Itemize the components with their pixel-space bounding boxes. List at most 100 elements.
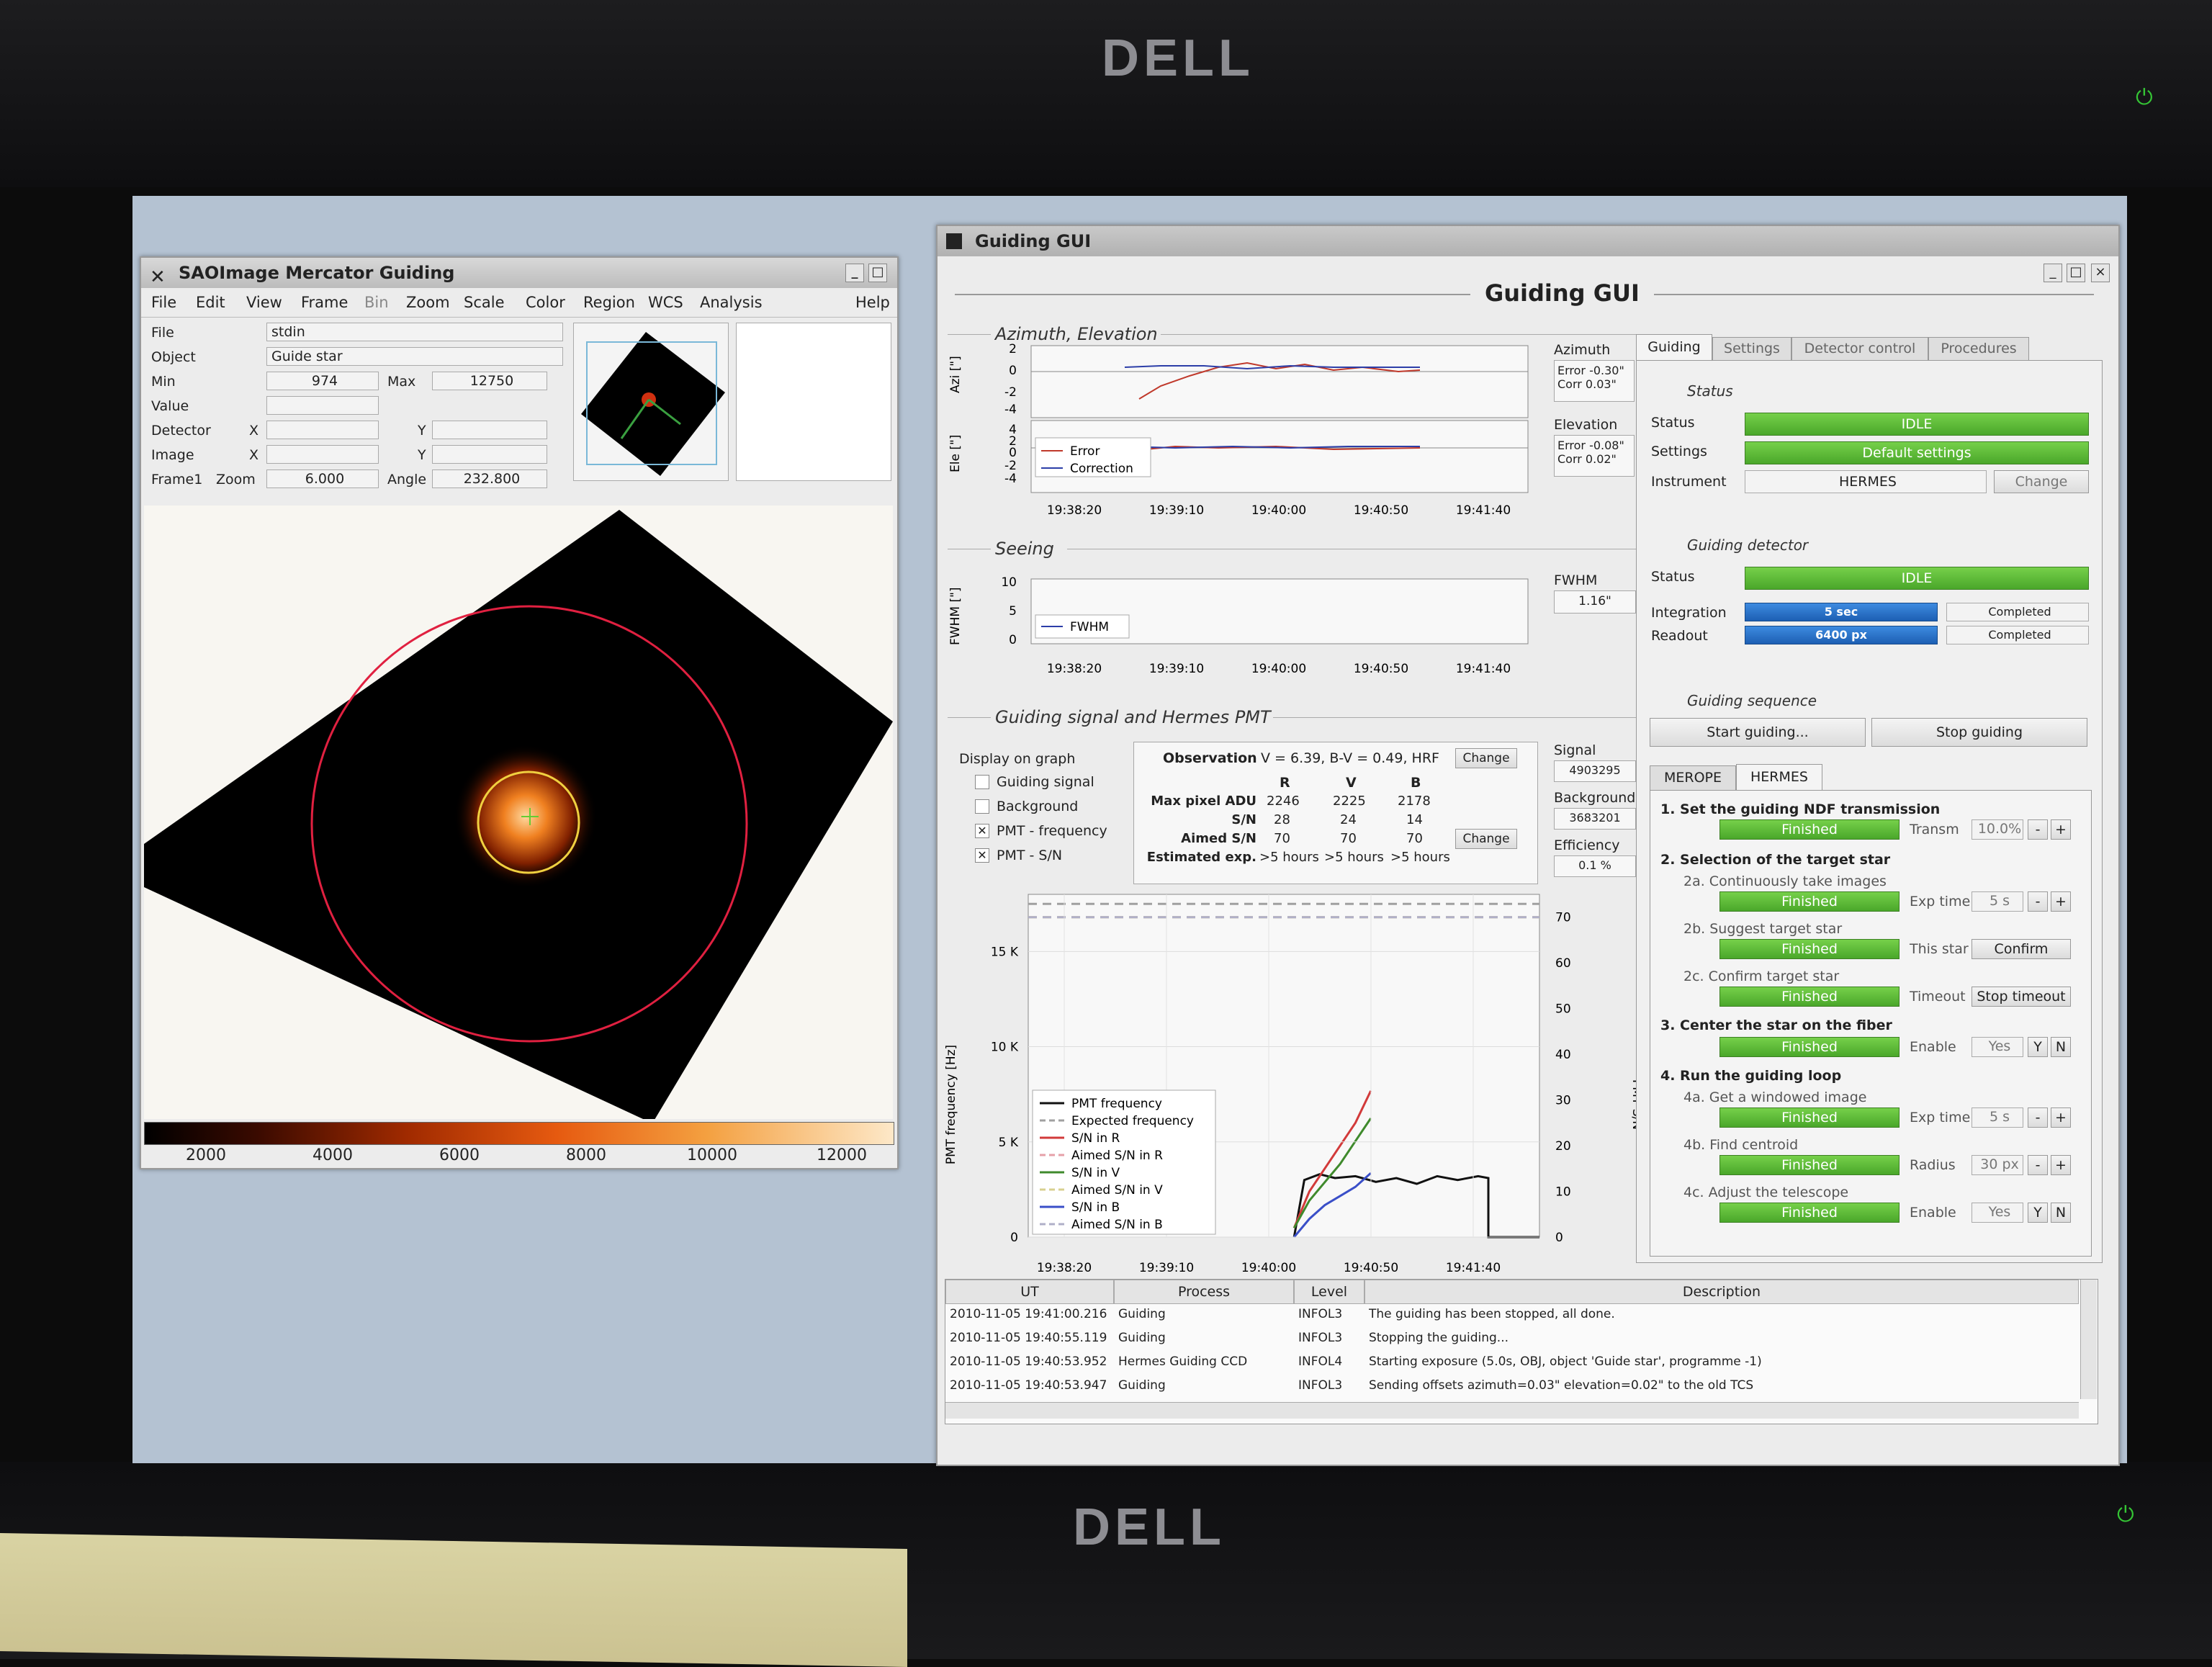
step3-yes[interactable]: Y xyxy=(2028,1037,2048,1057)
menu-zoom[interactable]: Zoom xyxy=(406,288,450,317)
step4c-yes[interactable]: Y xyxy=(2028,1203,2048,1223)
gui-minimize-button[interactable]: _ xyxy=(2044,264,2062,282)
colorbar[interactable] xyxy=(144,1122,894,1145)
step3-title: 3. Center the star on the fiber xyxy=(1660,1017,1892,1033)
step4a-value[interactable]: 5 s xyxy=(1972,1107,2023,1128)
log-vertical-scrollbar[interactable] xyxy=(2080,1280,2097,1399)
log-cell-level: INFOL3 xyxy=(1298,1307,1343,1321)
step4b-minus[interactable]: - xyxy=(2028,1155,2048,1175)
menu-edit[interactable]: Edit xyxy=(196,288,225,317)
step3-no[interactable]: N xyxy=(2051,1037,2071,1057)
step4a-minus[interactable]: - xyxy=(2028,1107,2048,1128)
menu-help[interactable]: Help xyxy=(855,288,890,317)
fwhm-legend-label: FWHM xyxy=(1070,620,1109,634)
pmt-y-tick: 10 K xyxy=(991,1041,1019,1055)
log-header-level[interactable]: Level xyxy=(1294,1280,1364,1304)
log-horizontal-scrollbar[interactable] xyxy=(945,1402,2079,1419)
image-x-field xyxy=(266,445,379,464)
background-value: 3683201 xyxy=(1554,808,1636,830)
menu-analysis[interactable]: Analysis xyxy=(700,288,763,317)
step4-title: 4. Run the guiding loop xyxy=(1660,1068,1842,1084)
pmt-x-tick: 19:38:20 xyxy=(1037,1261,1092,1275)
log-header-ut[interactable]: UT xyxy=(945,1280,1114,1304)
panner-view[interactable] xyxy=(573,323,729,481)
start-guiding-button[interactable]: Start guiding... xyxy=(1650,718,1866,747)
aimed-change-button[interactable]: Change xyxy=(1455,829,1517,849)
angle-field: 232.800 xyxy=(432,469,547,488)
aimed-sn-r: 70 xyxy=(1274,831,1290,846)
menu-color[interactable]: Color xyxy=(526,288,565,317)
menu-view[interactable]: View xyxy=(246,288,282,317)
integration-state: Completed xyxy=(1946,603,2089,621)
tab-settings[interactable]: Settings xyxy=(1712,337,1791,360)
window-menu-icon[interactable] xyxy=(946,233,962,249)
power-icon-bottom[interactable]: ⏻ xyxy=(2117,1502,2134,1527)
az-tick: -2 xyxy=(1004,385,1017,400)
pmt-rule xyxy=(948,717,991,718)
time-tick: 19:40:50 xyxy=(1354,662,1408,676)
image-x-label: X xyxy=(249,447,259,463)
status-label: Status xyxy=(1651,415,1695,431)
detector-x-field xyxy=(266,421,379,439)
step4a-plus[interactable]: + xyxy=(2051,1107,2071,1128)
desktop-screen: ✕ SAOImage Mercator Guiding _ □ File Edi… xyxy=(132,196,2127,1466)
instrument-change-button[interactable]: Change xyxy=(1994,470,2089,493)
tab-detector-control[interactable]: Detector control xyxy=(1791,337,1928,360)
pmt-y-tick: 15 K xyxy=(991,945,1019,959)
step1-minus[interactable]: - xyxy=(2028,819,2048,840)
log-header-description[interactable]: Description xyxy=(1364,1280,2079,1304)
stop-timeout-button[interactable]: Stop timeout xyxy=(1972,987,2071,1007)
confirm-button[interactable]: Confirm xyxy=(1972,939,2071,959)
minimize-button[interactable]: _ xyxy=(845,264,864,282)
menu-region[interactable]: Region xyxy=(583,288,635,317)
pmt-sn-checkbox[interactable]: ✕ xyxy=(975,848,989,863)
gui-maximize-button[interactable]: □ xyxy=(2067,264,2085,282)
menu-frame[interactable]: Frame xyxy=(301,288,348,317)
integration-progress: 5 sec xyxy=(1745,603,1938,621)
maximize-button[interactable]: □ xyxy=(868,264,887,282)
stop-guiding-button[interactable]: Stop guiding xyxy=(1871,718,2087,747)
step2a-minus[interactable]: - xyxy=(2028,891,2048,912)
gui-titlebar[interactable]: Guiding GUI xyxy=(938,226,2118,256)
step4c-no[interactable]: N xyxy=(2051,1203,2071,1223)
menu-bin[interactable]: Bin xyxy=(364,288,389,317)
colorbar-tick: 6000 xyxy=(439,1146,480,1164)
monitor-logo-bottom: DELL xyxy=(1073,1498,1226,1556)
step2a-value[interactable]: 5 s xyxy=(1972,891,2023,912)
observation-change-button[interactable]: Change xyxy=(1455,748,1517,768)
step3-value[interactable]: Yes xyxy=(1972,1037,2023,1057)
pmt-y2-tick: 20 xyxy=(1555,1139,1571,1154)
max-pixel-v: 2225 xyxy=(1333,794,1366,809)
tab-procedures[interactable]: Procedures xyxy=(1928,337,2029,360)
step4b-plus[interactable]: + xyxy=(2051,1155,2071,1175)
menu-wcs[interactable]: WCS xyxy=(648,288,683,317)
log-cell-process: Guiding xyxy=(1118,1307,1166,1321)
power-icon[interactable]: ⏻ xyxy=(2136,85,2153,110)
tab-merope[interactable]: MEROPE xyxy=(1650,765,1736,790)
step1-value[interactable]: 10.0% xyxy=(1972,819,2023,840)
gui-close-button[interactable]: × xyxy=(2091,264,2110,282)
tab-hermes[interactable]: HERMES xyxy=(1736,764,1822,790)
background-checkbox[interactable] xyxy=(975,799,989,814)
legend-label-pmt-frequency: PMT frequency xyxy=(1071,1097,1162,1111)
guiding-signal-checkbox[interactable] xyxy=(975,775,989,789)
step4b-value[interactable]: 30 px xyxy=(1972,1155,2023,1175)
az-axis-label: Azi ["] xyxy=(948,356,963,393)
pmt-frequency-checkbox[interactable]: ✕ xyxy=(975,824,989,838)
log-cell-process: Hermes Guiding CCD xyxy=(1118,1354,1248,1369)
step2a-plus[interactable]: + xyxy=(2051,891,2071,912)
saoimage-titlebar[interactable]: ✕ SAOImage Mercator Guiding _ □ xyxy=(141,258,897,288)
legend-label-s-n-in-b: S/N in B xyxy=(1071,1200,1120,1215)
menu-scale[interactable]: Scale xyxy=(464,288,505,317)
log-cell-process: Guiding xyxy=(1118,1331,1166,1345)
menu-file[interactable]: File xyxy=(151,288,176,317)
saoimage-title: SAOImage Mercator Guiding xyxy=(179,263,455,283)
step1-plus[interactable]: + xyxy=(2051,819,2071,840)
signal-value: 4903295 xyxy=(1554,760,1636,782)
step4c-value[interactable]: Yes xyxy=(1972,1203,2023,1223)
tab-guiding[interactable]: Guiding xyxy=(1636,334,1712,360)
log-header-process[interactable]: Process xyxy=(1114,1280,1294,1304)
image-canvas[interactable] xyxy=(144,506,893,1119)
az-plot-area xyxy=(1030,345,1529,418)
az-tick: -4 xyxy=(1004,403,1017,417)
